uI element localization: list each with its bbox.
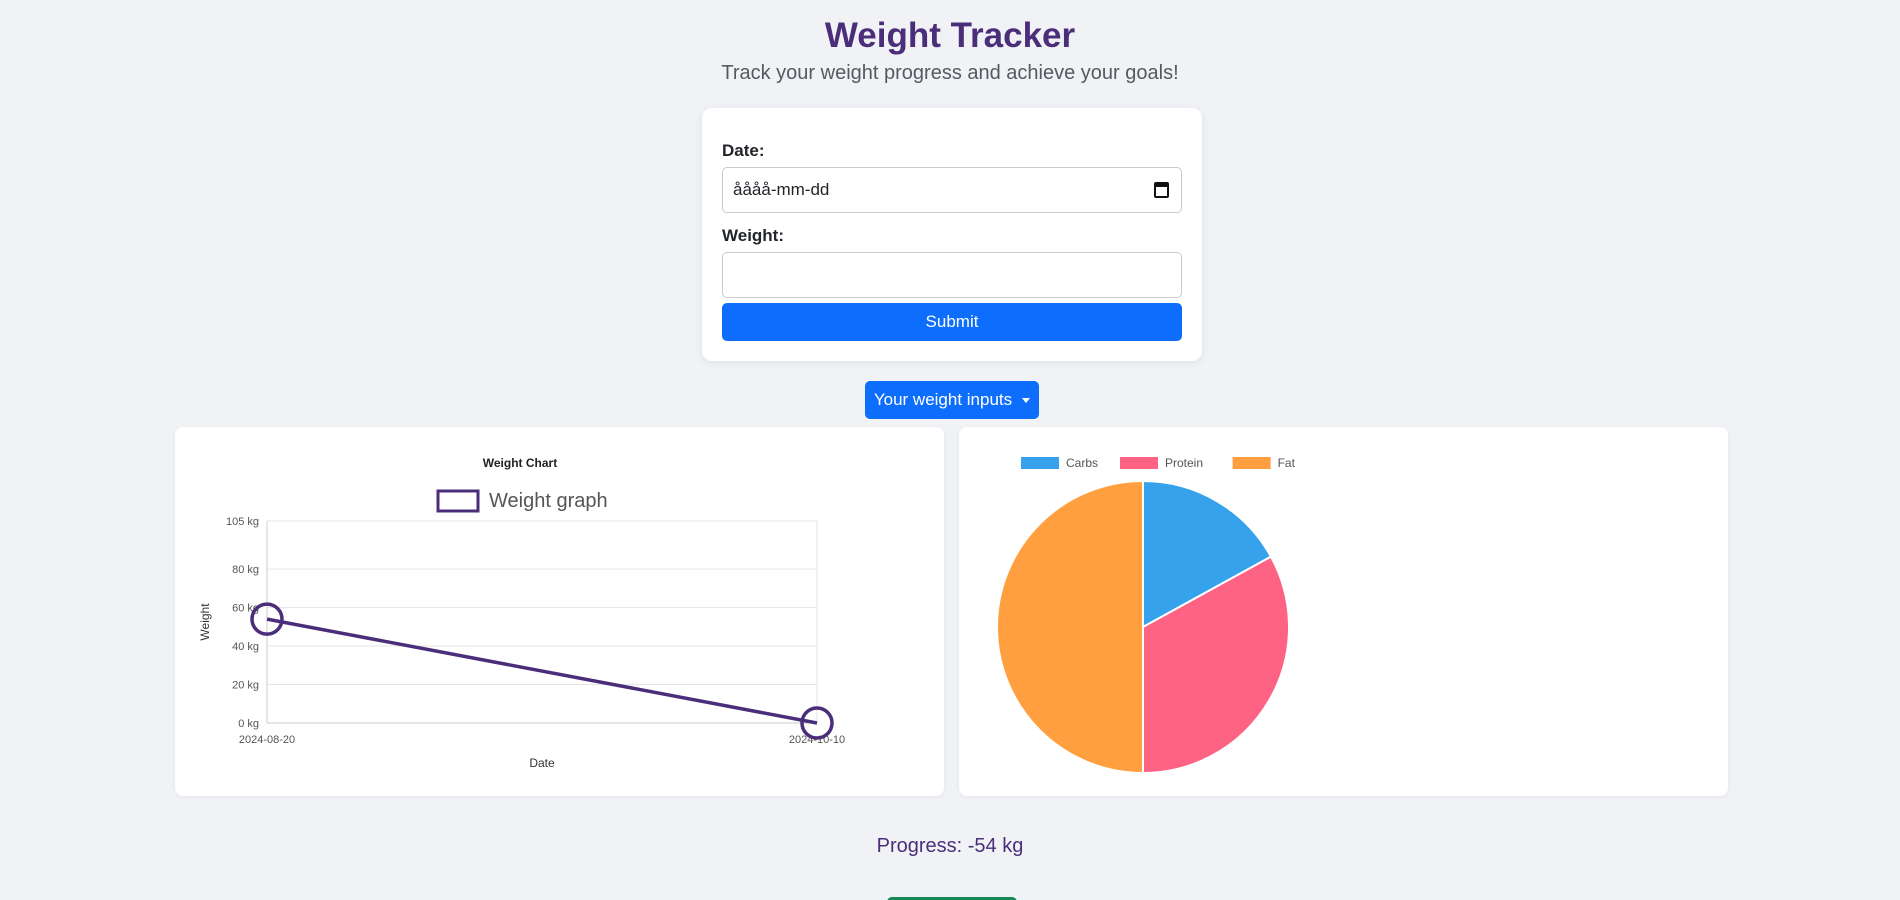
series-line [266,617,818,725]
page-title: Weight Tracker [824,16,1076,55]
weight-line-chart: Weight ChartWeight graph0 kg20 kg40 kg60… [198,456,845,770]
y-tick-label: 20 kg [232,680,259,692]
y-tick-label: 0 kg [238,718,259,730]
dropdown-label: Your weight inputs [873,390,1013,409]
legend-label: Fat [1278,456,1296,470]
macro-pie-chart: Carbs Protein Fat [996,456,1296,775]
entry-form: Date: åååå-mm-dd Weight: Submit [702,108,1202,361]
pie-slice [996,479,1144,775]
date-label: Date: [722,141,765,160]
x-tick-label: 2024-10-10 [789,734,845,746]
legend-label: Protein [1165,456,1203,470]
chart-title: Weight Chart [483,456,557,470]
weight-chart-card: Weight Chart Weight graph 0 kg 20 kg 40 kg 60… [175,427,944,796]
submit-button[interactable]: Submit [722,303,1182,341]
weight-inputs-dropdown[interactable]: Your weight inputs [865,381,1039,419]
y-axis-label: Weight [198,603,212,641]
date-input-value: åååå-mm-dd [733,180,830,199]
weight-label: Weight: [722,226,785,245]
page-subtitle: Track your weight progress and achieve y… [721,62,1179,84]
x-axis-label: Date [529,756,555,770]
legend-swatch [1232,457,1271,469]
legend-label: Carbs [1066,456,1098,470]
y-tick-label: 40 kg [232,641,259,653]
legend-swatch [436,489,480,513]
legend-swatch [1021,457,1059,469]
weight-input[interactable] [722,252,1182,298]
progress-text: Progress: -54 kg [876,835,1024,857]
legend-label: Weight graph [489,490,608,512]
y-tick-label: 105 kg [226,516,259,528]
date-input[interactable]: åååå-mm-dd [722,167,1182,213]
macro-chart-card: Carbs Protein Fat [959,427,1728,796]
caret-down-icon [1022,397,1031,403]
y-tick-label: 80 kg [232,564,259,576]
x-tick-label: 2024-08-20 [239,734,295,746]
calendar-icon[interactable] [1154,182,1169,198]
legend-swatch [1120,457,1158,469]
